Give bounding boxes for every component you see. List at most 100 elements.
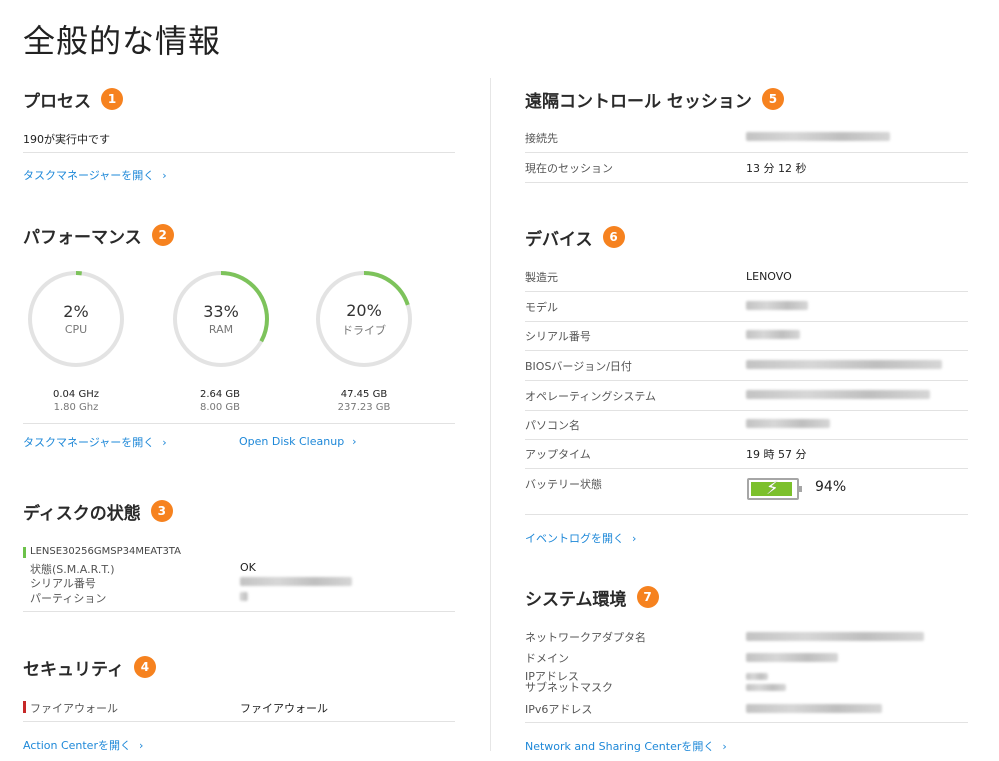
drive-label: ドライブ bbox=[342, 323, 386, 337]
device-model-row: モデル bbox=[525, 292, 968, 321]
open-network-sharing-center-link[interactable]: Network and Sharing Centerを開く › bbox=[525, 738, 727, 754]
device-maker-label: 製造元 bbox=[525, 270, 558, 284]
system-ipv6-label: IPv6アドレス bbox=[525, 703, 593, 716]
remote-connect-row: 接続先 bbox=[525, 123, 968, 152]
device-os-label: オペレーティングシステム bbox=[525, 389, 657, 403]
open-task-manager-link-2[interactable]: タスクマネージャーを開く › bbox=[23, 434, 167, 450]
drive-used: 47.45 GB bbox=[340, 389, 388, 400]
remote-title: 遠隔コントロール セッション bbox=[525, 91, 752, 112]
remote-badge: 5 bbox=[761, 88, 784, 110]
battery-icon: ⚡ bbox=[747, 478, 802, 500]
ram-percent: 33% bbox=[203, 302, 239, 321]
disk-health-indicator bbox=[23, 547, 26, 558]
device-model-label: モデル bbox=[525, 300, 558, 314]
remote-session-label: 現在のセッション bbox=[525, 161, 613, 175]
system-ip-value-redacted bbox=[746, 673, 768, 680]
chevron-right-icon: › bbox=[722, 740, 727, 753]
remote-session-value: 13 分 12 秒 bbox=[746, 161, 807, 175]
security-section: セキュリティ 4 bbox=[23, 655, 156, 680]
disk-section: ディスクの状態 3 bbox=[23, 499, 173, 524]
cpu-stats: 0.04 GHz 1.80 Ghz bbox=[26, 389, 126, 413]
device-maker-value: LENOVO bbox=[746, 270, 792, 283]
divider bbox=[525, 468, 968, 469]
disk-serial-label: シリアル番号 bbox=[30, 577, 96, 590]
remote-session-row: 現在のセッション 13 分 12 秒 bbox=[525, 153, 968, 182]
chevron-right-icon: › bbox=[352, 435, 357, 448]
disk-badge: 3 bbox=[150, 500, 173, 522]
disk-serial-value-redacted bbox=[240, 577, 352, 586]
charging-bolt-icon: ⚡ bbox=[766, 478, 779, 499]
remote-section: 遠隔コントロール セッション 5 bbox=[525, 87, 784, 112]
battery-percent: 94% bbox=[815, 479, 847, 495]
drive-percent: 20% bbox=[346, 300, 382, 320]
cpu-label: CPU bbox=[64, 323, 88, 336]
device-badge: 6 bbox=[602, 226, 625, 248]
device-serial-label: シリアル番号 bbox=[525, 329, 591, 343]
device-bios-label: BIOSバージョン/日付 bbox=[525, 359, 632, 373]
divider bbox=[23, 152, 455, 153]
system-ipv6-value-redacted bbox=[746, 704, 882, 713]
divider bbox=[525, 514, 968, 515]
open-event-log-link[interactable]: イベントログを開く › bbox=[525, 530, 636, 546]
disk-partition-label: パーティション bbox=[30, 592, 107, 605]
device-os-row: オペレーティングシステム bbox=[525, 381, 968, 410]
system-subnet-value-redacted bbox=[746, 684, 786, 691]
cpu-total: 1.80 Ghz bbox=[53, 402, 99, 413]
divider bbox=[525, 182, 968, 183]
open-action-center-link[interactable]: Action Centerを開く › bbox=[23, 737, 143, 753]
system-adapter-label: ネットワークアダプタ名 bbox=[525, 631, 646, 644]
device-pc-label: パソコン名 bbox=[525, 418, 580, 432]
cpu-used: 0.04 GHz bbox=[53, 389, 99, 400]
device-maker-row: 製造元 LENOVO bbox=[525, 262, 968, 291]
device-battery-label: バッテリー状態 bbox=[525, 478, 602, 491]
security-badge: 4 bbox=[133, 656, 156, 678]
system-domain-label: ドメイン bbox=[525, 652, 569, 665]
process-section: プロセス 1 bbox=[23, 87, 123, 112]
divider bbox=[525, 722, 968, 723]
system-section: システム環境 7 bbox=[525, 585, 659, 610]
open-disk-cleanup-link[interactable]: Open Disk Cleanup › bbox=[239, 435, 357, 448]
device-bios-row: BIOSバージョン/日付 bbox=[525, 351, 968, 380]
security-title: セキュリティ bbox=[23, 659, 124, 680]
chevron-right-icon: › bbox=[632, 532, 637, 545]
chevron-right-icon: › bbox=[162, 436, 167, 449]
column-divider bbox=[490, 78, 491, 751]
firewall-value: ファイアウォール bbox=[240, 702, 328, 715]
system-adapter-value-redacted bbox=[746, 632, 924, 641]
device-serial-row: シリアル番号 bbox=[525, 321, 968, 350]
ram-gauge: 33% RAM bbox=[171, 269, 271, 369]
firewall-status-indicator bbox=[23, 701, 26, 713]
ram-total: 8.00 GB bbox=[199, 402, 241, 413]
open-task-manager-link[interactable]: タスクマネージャーを開く › bbox=[23, 167, 167, 183]
process-title: プロセス bbox=[23, 91, 91, 112]
disk-status-value: OK bbox=[240, 561, 256, 574]
firewall-label: ファイアウォール bbox=[30, 702, 118, 715]
performance-section: パフォーマンス 2 bbox=[23, 223, 174, 248]
process-badge: 1 bbox=[101, 88, 123, 110]
performance-badge: 2 bbox=[151, 224, 174, 246]
disk-drive-name: LENSE30256GMSP34MEAT3TA bbox=[30, 546, 181, 557]
chevron-right-icon: › bbox=[138, 739, 144, 752]
divider bbox=[23, 721, 455, 722]
process-running-text: 190が実行中です bbox=[23, 133, 110, 146]
cpu-gauge: 2% CPU bbox=[26, 269, 126, 369]
device-uptime-row: アップタイム 19 時 57 分 bbox=[525, 439, 968, 468]
device-serial-value-redacted bbox=[746, 330, 800, 339]
device-pc-row: パソコン名 bbox=[525, 410, 968, 439]
ram-stats: 2.64 GB 8.00 GB bbox=[170, 389, 270, 413]
device-title: デバイス bbox=[525, 229, 593, 250]
remote-connect-value-redacted bbox=[746, 132, 890, 141]
drive-total: 237.23 GB bbox=[337, 402, 391, 413]
divider bbox=[23, 611, 455, 612]
page-title: 全般的な情報 bbox=[23, 22, 222, 60]
device-uptime-value: 19 時 57 分 bbox=[746, 447, 807, 461]
remote-connect-label: 接続先 bbox=[525, 131, 558, 145]
device-section: デバイス 6 bbox=[525, 225, 625, 250]
ram-label: RAM bbox=[208, 323, 234, 336]
device-pc-value-redacted bbox=[746, 419, 830, 428]
system-subnet-label: サブネットマスク bbox=[525, 681, 613, 694]
performance-title: パフォーマンス bbox=[23, 227, 142, 248]
system-badge: 7 bbox=[636, 586, 659, 608]
drive-stats: 47.45 GB 237.23 GB bbox=[314, 389, 414, 413]
divider bbox=[23, 423, 455, 424]
